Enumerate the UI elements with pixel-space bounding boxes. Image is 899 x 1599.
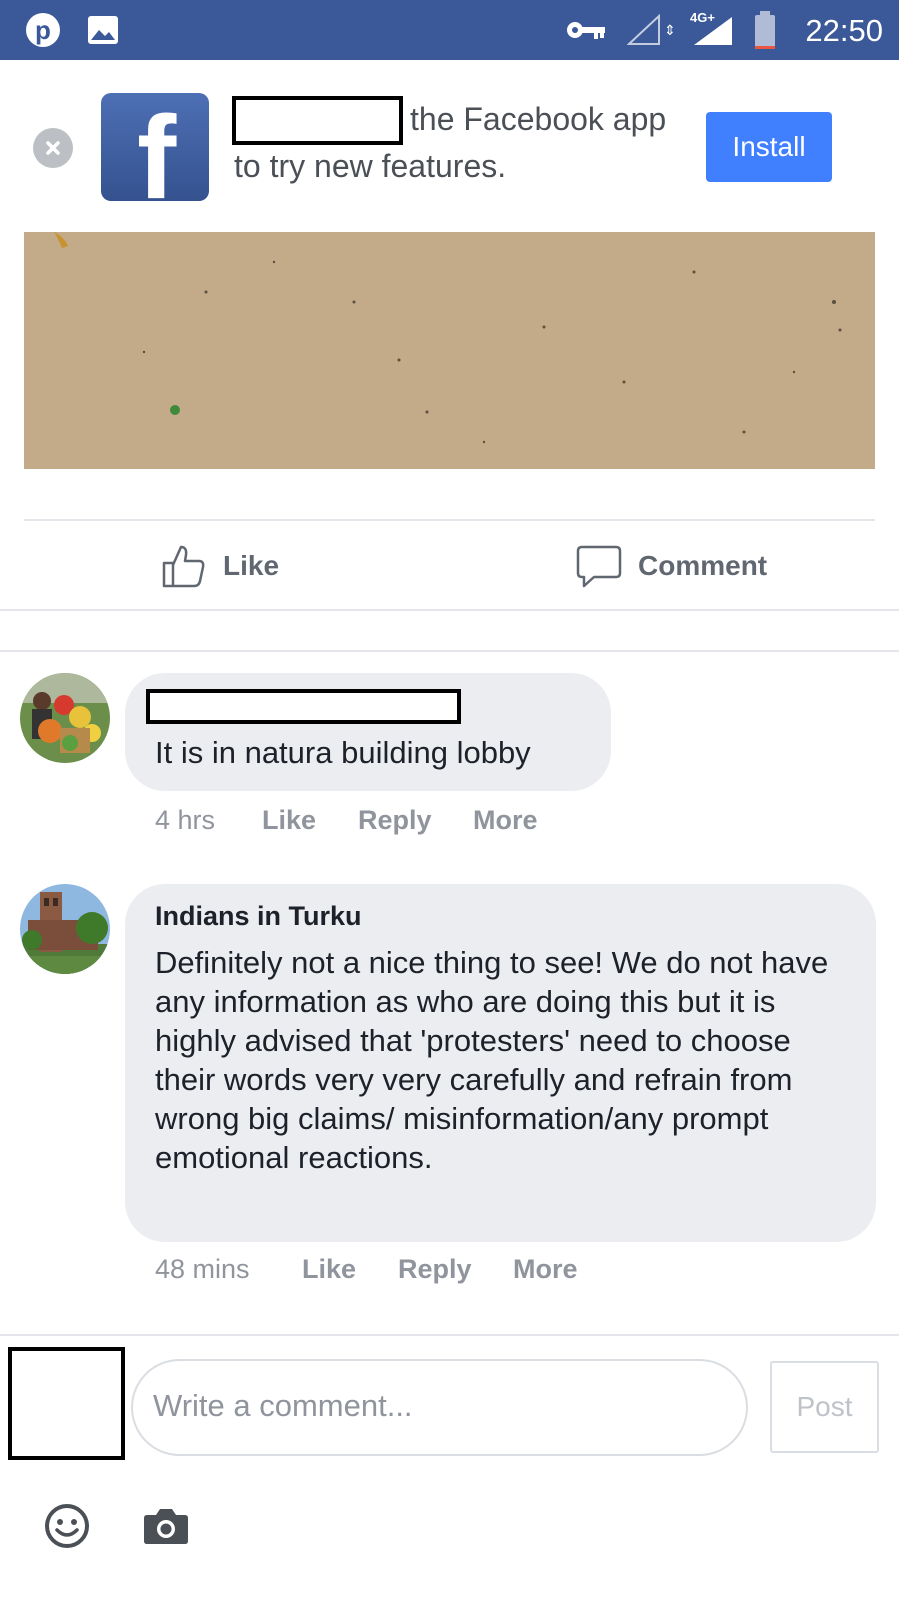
- comment-text: Definitely not a nice thing to see! We d…: [155, 945, 829, 1175]
- divider: [24, 519, 875, 521]
- camera-icon[interactable]: [143, 1505, 189, 1547]
- comment-time: 48 mins: [155, 1254, 250, 1284]
- redacted-text: [232, 96, 403, 145]
- key-icon: [566, 0, 606, 60]
- divider: [0, 609, 899, 611]
- comment-action-label: Comment: [638, 550, 768, 581]
- comment-author[interactable]: Indians in Turku: [155, 901, 362, 932]
- comment-like-link[interactable]: Like: [262, 805, 316, 836]
- divider: [0, 1334, 899, 1336]
- comment-text: It is in natura building lobby: [155, 735, 531, 770]
- close-icon: [46, 141, 60, 155]
- redacted-author: [146, 689, 461, 724]
- banner-text-line2: to try new features.: [234, 148, 507, 184]
- divider: [0, 650, 899, 652]
- commenter-avatar[interactable]: [20, 673, 110, 763]
- like-action-label: Like: [223, 550, 280, 581]
- battery-icon: [752, 0, 778, 60]
- facebook-logo: f: [101, 93, 209, 201]
- banner-text-line1: the Facebook app: [410, 101, 667, 137]
- post-photo[interactable]: [24, 232, 875, 469]
- close-banner-button[interactable]: [33, 128, 73, 168]
- emoji-icon[interactable]: [43, 1502, 91, 1550]
- comment-more-link[interactable]: More: [513, 1254, 578, 1285]
- data-arrows-icon: ⇕: [664, 21, 676, 38]
- thumbs-up-icon: [162, 545, 205, 588]
- comment-bubble-icon: [576, 545, 622, 588]
- image-icon: [86, 0, 120, 60]
- pinterest-icon: p: [24, 0, 62, 60]
- post-button[interactable]: Post: [770, 1361, 879, 1453]
- svg-text:p: p: [35, 15, 51, 45]
- signal-empty-icon: [626, 0, 662, 60]
- install-button[interactable]: Install: [706, 112, 832, 182]
- comment-reply-link[interactable]: Reply: [358, 805, 432, 836]
- comment-reply-link[interactable]: Reply: [398, 1254, 472, 1285]
- commenter-avatar[interactable]: [20, 884, 110, 974]
- like-action-button[interactable]: Like: [161, 540, 279, 592]
- facebook-logo-letter: f: [137, 93, 177, 201]
- comment-time: 4 hrs: [155, 805, 216, 835]
- signal-icon: [690, 0, 734, 60]
- clock: 22:50: [805, 13, 883, 48]
- comment-input-placeholder: Write a comment...: [153, 1388, 413, 1423]
- comment-action-button[interactable]: Comment: [576, 540, 767, 592]
- redacted-user-avatar: [8, 1347, 125, 1460]
- status-bar: p ⇕ 4G+ 22:50: [0, 0, 899, 60]
- comment-like-link[interactable]: Like: [302, 1254, 356, 1285]
- comment-more-link[interactable]: More: [473, 805, 538, 836]
